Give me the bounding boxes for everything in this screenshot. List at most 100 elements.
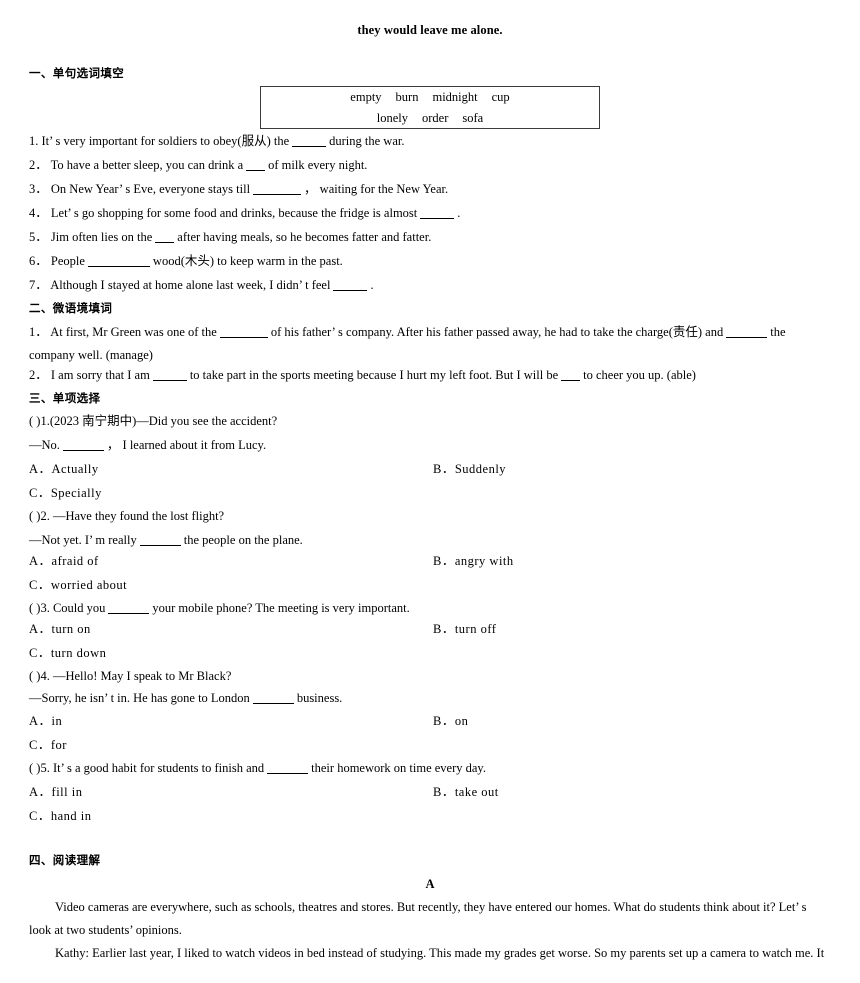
item-text-part1: At first, Mr Green was one of the <box>50 325 217 339</box>
item-number: 3． <box>29 182 48 196</box>
question-stem: —Hello! May I speak to Mr Black? <box>52 669 232 683</box>
context-item-1: 1． At first, Mr Green was one of the of h… <box>29 321 831 367</box>
item-text-after: ， waiting for the New Year. <box>304 182 449 196</box>
worksheet-page: they would leave me alone. 一、单句选词填空 empt… <box>0 0 860 983</box>
stem-after: your mobile phone? The meeting is very i… <box>152 601 410 615</box>
mc-question-4-reply: —Sorry, he isn’ t in. He has gone to Lon… <box>29 691 342 706</box>
mc-question-4-stem: ( )4. —Hello! May I speak to Mr Black? <box>29 669 231 684</box>
fill-item-1: 1. It’ s very important for soldiers to … <box>29 134 404 149</box>
item-number: 2． <box>29 368 48 382</box>
mc-question-1-reply: —No. ， I learned about it from Lucy. <box>29 438 266 453</box>
item-text-part2: of his father’ s company. After his fath… <box>270 325 724 339</box>
question-stem: —Did you see the accident? <box>136 414 278 428</box>
word-bank-row-2: lonely order sofa <box>261 108 599 129</box>
fill-item-3: 3． On New Year’ s Eve, everyone stays ti… <box>29 182 448 197</box>
item-text-after: . <box>457 206 461 220</box>
stem-after: their homework on time every day. <box>311 761 486 775</box>
passage-paragraph-1: Video cameras are everywhere, such as sc… <box>29 900 807 937</box>
item-text-part3: to cheer you up. (able) <box>583 368 696 382</box>
question-marker[interactable]: ( )1. <box>29 414 50 428</box>
word-bank-word: midnight <box>432 90 478 104</box>
word-bank-word: cup <box>491 90 510 104</box>
stem-before: Could you <box>52 601 106 615</box>
mc-question-3-option-b[interactable]: B．turn off <box>433 622 496 637</box>
question-source: (2023 南宁期中) <box>49 414 137 428</box>
section-heading-four: 四、阅读理解 <box>29 853 101 867</box>
question-stem: —Have they found the lost flight? <box>52 509 225 523</box>
question-marker[interactable]: ( )3. <box>29 601 50 615</box>
item-text-before: People <box>50 254 85 268</box>
mc-question-1-option-a[interactable]: A．Actually <box>29 462 99 477</box>
mc-question-3-option-a[interactable]: A．turn on <box>29 622 91 637</box>
mc-question-4-option-a[interactable]: A．in <box>29 714 62 729</box>
mc-question-1-stem: ( )1.(2023 南宁期中)—Did you see the acciden… <box>29 414 277 429</box>
answer-blank[interactable] <box>152 380 187 381</box>
stem-before: It’ s a good habit for students to finis… <box>52 761 265 775</box>
item-text-after: during the war. <box>329 134 405 148</box>
answer-blank[interactable] <box>108 613 150 614</box>
mc-question-1-option-b[interactable]: B．Suddenly <box>433 462 506 477</box>
section-heading-one: 一、单句选词填空 <box>29 66 125 80</box>
question-marker[interactable]: ( )4. <box>29 669 50 683</box>
item-text-part2: to take part in the sports meeting becau… <box>189 368 559 382</box>
mc-question-5-option-a[interactable]: A．fill in <box>29 785 82 800</box>
fill-item-5: 5． Jim often lies on the after having mea… <box>29 230 431 245</box>
word-bank-word: empty <box>350 90 382 104</box>
word-bank-word: sofa <box>462 111 484 125</box>
context-item-2: 2． I am sorry that I am to take part in t… <box>29 368 696 383</box>
item-number: 1． <box>29 325 48 339</box>
answer-blank[interactable] <box>726 337 768 338</box>
item-text-after: after having meals, so he becomes fatter… <box>177 230 432 244</box>
mc-question-2-option-c[interactable]: C．worried about <box>29 578 127 593</box>
item-text-part1: I am sorry that I am <box>50 368 150 382</box>
answer-blank[interactable] <box>420 218 455 219</box>
section-heading-two: 二、微语境填词 <box>29 301 113 315</box>
answer-blank[interactable] <box>333 290 368 291</box>
mc-question-1-option-c[interactable]: C．Specially <box>29 486 102 501</box>
running-header: they would leave me alone. <box>357 23 503 37</box>
answer-blank[interactable] <box>246 170 266 171</box>
mc-question-2-option-a[interactable]: A．afraid of <box>29 554 99 569</box>
mc-question-2-option-b[interactable]: B．angry with <box>433 554 514 569</box>
fill-item-7: 7． Although I stayed at home alone last … <box>29 278 374 293</box>
reply-before: —No. <box>29 438 60 452</box>
item-text-before: To have a better sleep, you can drink a <box>50 158 244 172</box>
item-number: 2． <box>29 158 48 172</box>
word-bank-row-1: empty burn midnight cup <box>261 87 599 108</box>
answer-blank[interactable] <box>219 337 268 338</box>
answer-blank[interactable] <box>87 266 150 267</box>
answer-blank[interactable] <box>252 703 294 704</box>
reply-before: —Sorry, he isn’ t in. He has gone to Lon… <box>29 691 250 705</box>
passage-paragraph-2: Kathy: Earlier last year, I liked to wat… <box>55 946 825 960</box>
item-number: 5． <box>29 230 48 244</box>
word-bank-word: order <box>422 111 449 125</box>
answer-blank[interactable] <box>267 773 309 774</box>
word-bank-box: empty burn midnight cup lonely order sofa <box>260 86 600 129</box>
mc-question-5-option-b[interactable]: B．take out <box>433 785 499 800</box>
answer-blank[interactable] <box>139 545 181 546</box>
item-text-before: On New Year’ s Eve, everyone stays till <box>50 182 251 196</box>
item-text-before: It’ s very important for soldiers to obe… <box>41 134 290 148</box>
answer-blank[interactable] <box>62 450 104 451</box>
answer-blank[interactable] <box>561 380 581 381</box>
mc-question-5-option-c[interactable]: C．hand in <box>29 809 91 824</box>
item-text-after: . <box>370 278 374 292</box>
mc-question-3-stem: ( )3. Could you your mobile phone? The me… <box>29 601 410 616</box>
answer-blank[interactable] <box>155 242 175 243</box>
item-number: 7． <box>29 278 48 292</box>
mc-question-5-stem: ( )5. It’ s a good habit for students to… <box>29 761 486 776</box>
reply-after: the people on the plane. <box>183 533 303 547</box>
answer-blank[interactable] <box>292 146 327 147</box>
item-text-before: Let’ s go shopping for some food and dri… <box>50 206 418 220</box>
question-marker[interactable]: ( )5. <box>29 761 50 775</box>
mc-question-4-option-b[interactable]: B．on <box>433 714 468 729</box>
item-number: 6． <box>29 254 48 268</box>
question-marker[interactable]: ( )2. <box>29 509 50 523</box>
item-number: 4． <box>29 206 48 220</box>
reply-after: ， I learned about it from Lucy. <box>106 438 267 452</box>
mc-question-4-option-c[interactable]: C．for <box>29 738 67 753</box>
mc-question-3-option-c[interactable]: C．turn down <box>29 646 106 661</box>
mc-question-2-reply: —Not yet. I’ m really the people on the p… <box>29 533 303 548</box>
answer-blank[interactable] <box>253 194 302 195</box>
word-bank-word: lonely <box>376 111 409 125</box>
